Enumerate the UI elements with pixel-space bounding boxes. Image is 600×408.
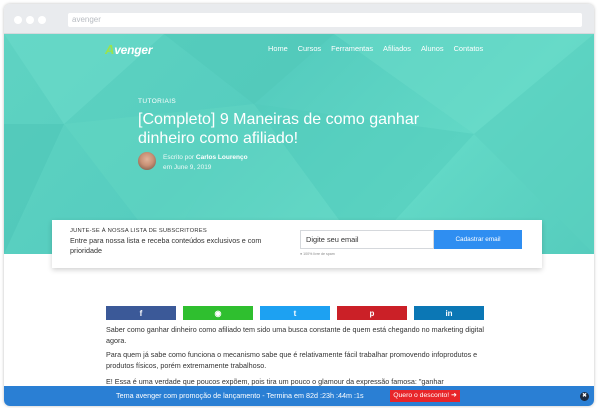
subscribe-box: JUNTE-SE À NOSSA LISTA DE SUBSCRITORES E… bbox=[52, 220, 542, 268]
subscribe-text: Entre para nossa lista e receba conteúdo… bbox=[70, 236, 262, 255]
author-avatar bbox=[138, 152, 156, 170]
author-name[interactable]: Carlos Lourenço bbox=[196, 154, 248, 161]
author-prefix: Escrito por bbox=[163, 154, 195, 161]
nav-contatos[interactable]: Contatos bbox=[454, 44, 484, 53]
paragraph: Para quem já sabe como funciona o mecani… bbox=[106, 350, 478, 370]
share-twitter-button[interactable]: t bbox=[260, 306, 330, 320]
paragraph: Saber como ganhar dinheiro como afiliado… bbox=[106, 325, 484, 345]
post-title: [Completo] 9 Maneiras de como ganhar din… bbox=[138, 111, 420, 147]
share-linkedin-button[interactable]: in bbox=[414, 306, 484, 320]
share-pinterest-button[interactable]: p bbox=[337, 306, 407, 320]
browser-chrome: avenger bbox=[4, 4, 594, 34]
nav-alunos[interactable]: Alunos bbox=[421, 44, 444, 53]
browser-window: avenger Avenger Home Cursos Ferramentas … bbox=[4, 4, 594, 406]
share-whatsapp-button[interactable]: ◉ bbox=[183, 306, 253, 320]
window-dot-icon bbox=[38, 16, 46, 24]
email-input[interactable]: Digite seu email bbox=[300, 230, 434, 249]
close-icon[interactable]: ✖ bbox=[580, 392, 589, 401]
promo-bar: Tema avenger com promoção de lançamento … bbox=[4, 386, 594, 406]
post-byline: Escrito por Carlos Lourenço bbox=[163, 154, 248, 161]
promo-button[interactable]: Quero o desconto! ➜ bbox=[390, 390, 460, 402]
post-category[interactable]: TUTORIAIS bbox=[138, 98, 176, 105]
facebook-icon: f bbox=[139, 308, 143, 318]
post-date: em June 9, 2019 bbox=[163, 164, 212, 171]
window-dot-icon bbox=[26, 16, 34, 24]
spam-note: ● 100% livre de spam bbox=[300, 252, 335, 256]
subscribe-button[interactable]: Cadastrar email bbox=[434, 230, 522, 249]
linkedin-icon: in bbox=[445, 308, 453, 318]
logo-text: venger bbox=[114, 43, 153, 57]
site-logo[interactable]: Avenger bbox=[105, 42, 153, 57]
share-facebook-button[interactable]: f bbox=[106, 306, 176, 320]
pinterest-icon: p bbox=[369, 308, 375, 318]
address-bar[interactable]: avenger bbox=[68, 13, 582, 27]
subscribe-kicker: JUNTE-SE À NOSSA LISTA DE SUBSCRITORES bbox=[70, 228, 207, 234]
whatsapp-icon: ◉ bbox=[214, 308, 222, 318]
nav-cursos[interactable]: Cursos bbox=[298, 44, 321, 53]
twitter-icon: t bbox=[293, 308, 297, 318]
promo-text: Tema avenger com promoção de lançamento … bbox=[116, 391, 364, 400]
window-dot-icon bbox=[14, 16, 22, 24]
nav-ferramentas[interactable]: Ferramentas bbox=[331, 44, 373, 53]
nav-home[interactable]: Home bbox=[268, 44, 288, 53]
main-nav: Home Cursos Ferramentas Afiliados Alunos… bbox=[268, 44, 493, 53]
nav-afiliados[interactable]: Afiliados bbox=[383, 44, 411, 53]
spam-note-text: 100% livre de spam bbox=[303, 252, 335, 256]
